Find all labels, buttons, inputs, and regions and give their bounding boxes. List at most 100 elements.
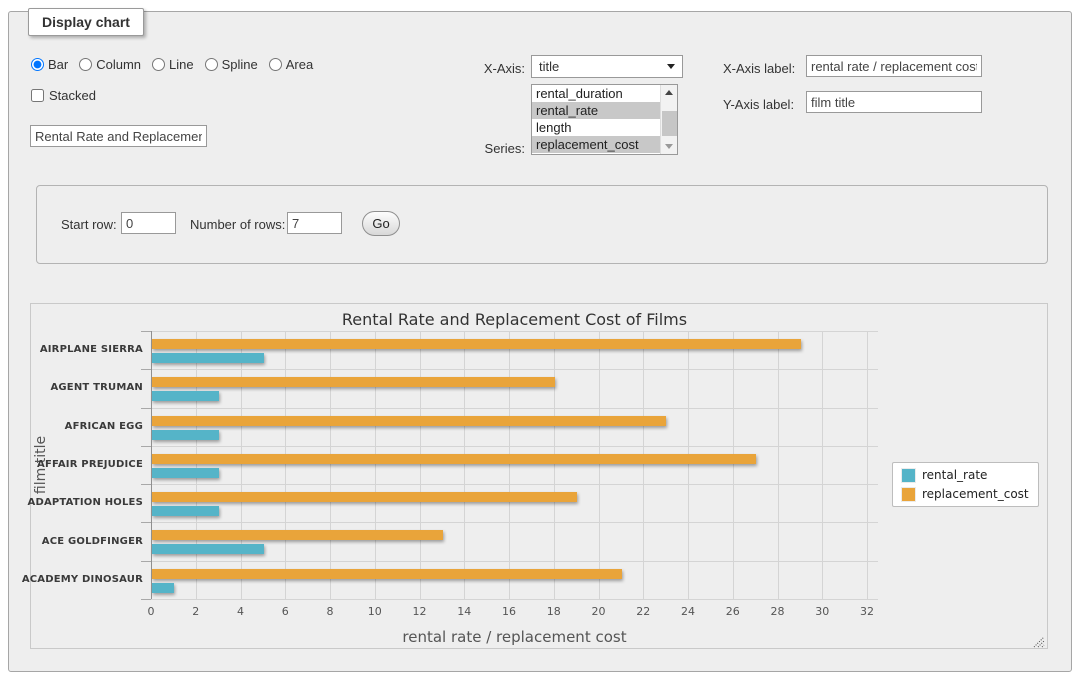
bar-replacement_cost bbox=[152, 492, 577, 502]
chart-type-radio-line[interactable] bbox=[152, 58, 165, 71]
x-gridline bbox=[643, 331, 644, 599]
x-tick-label: 12 bbox=[400, 605, 440, 618]
x-tick-label: 2 bbox=[176, 605, 216, 618]
y-axis-tick bbox=[141, 369, 151, 370]
num-rows-label: Number of rows: bbox=[190, 217, 285, 232]
series-option-rental_duration[interactable]: rental_duration bbox=[532, 85, 660, 102]
x-tick-label: 4 bbox=[221, 605, 261, 618]
chart-type-label: Spline bbox=[222, 57, 258, 72]
x-tick-label: 24 bbox=[668, 605, 708, 618]
chart-type-radio-spline[interactable] bbox=[205, 58, 218, 71]
x-gridline bbox=[599, 331, 600, 599]
chart-type-radio-bar[interactable] bbox=[31, 58, 44, 71]
row-range-panel: Start row: Number of rows: Go bbox=[36, 185, 1048, 264]
chart-type-radio-group: Bar Column Line Spline Area bbox=[31, 57, 313, 72]
x-tick-label: 30 bbox=[802, 605, 842, 618]
x-axis-label-caption: X-Axis label: bbox=[723, 61, 795, 76]
chart-container: Rental Rate and Replacement Cost of Film… bbox=[30, 303, 1048, 649]
series-option-rental_rate[interactable]: rental_rate bbox=[532, 102, 660, 119]
series-option-replacement_cost[interactable]: replacement_cost bbox=[532, 136, 660, 153]
chevron-down-icon bbox=[667, 64, 675, 69]
x-gridline bbox=[464, 331, 465, 599]
y-gridline bbox=[151, 522, 878, 523]
x-axis-selected-value: title bbox=[539, 59, 559, 74]
category-label: ACE GOLDFINGER bbox=[11, 536, 143, 547]
x-axis-select[interactable]: title bbox=[531, 55, 683, 78]
x-tick-label: 28 bbox=[758, 605, 798, 618]
x-gridline bbox=[285, 331, 286, 599]
x-tick-label: 16 bbox=[489, 605, 529, 618]
x-gridline bbox=[554, 331, 555, 599]
bar-replacement_cost bbox=[152, 454, 756, 464]
x-tick-label: 26 bbox=[713, 605, 753, 618]
chart-title-input[interactable] bbox=[30, 125, 207, 147]
arrow-up-icon bbox=[665, 90, 673, 95]
bar-rental_rate bbox=[152, 391, 219, 401]
bar-rental_rate bbox=[152, 583, 174, 593]
go-button[interactable]: Go bbox=[362, 211, 400, 236]
chart-type-label: Line bbox=[169, 57, 194, 72]
x-axis-label-input[interactable] bbox=[806, 55, 982, 77]
category-label: AFFAIR PREJUDICE bbox=[11, 459, 143, 470]
y-gridline bbox=[151, 331, 878, 332]
chart-type-radio-area[interactable] bbox=[269, 58, 282, 71]
chart-type-label: Column bbox=[96, 57, 141, 72]
num-rows-input[interactable] bbox=[287, 212, 342, 234]
y-axis-tick bbox=[141, 446, 151, 447]
y-axis-line bbox=[151, 331, 152, 599]
arrow-down-icon bbox=[665, 144, 673, 149]
legend-swatch bbox=[902, 469, 915, 482]
x-tick-label: 6 bbox=[265, 605, 305, 618]
bar-replacement_cost bbox=[152, 416, 666, 426]
scroll-down-button[interactable] bbox=[661, 139, 677, 154]
category-label: AIRPLANE SIERRA bbox=[11, 344, 143, 355]
series-list-label: Series: bbox=[440, 141, 525, 156]
y-axis-tick bbox=[141, 522, 151, 523]
chart-type-option-line[interactable]: Line bbox=[152, 57, 194, 72]
scrollbar-thumb[interactable] bbox=[662, 111, 677, 136]
bar-rental_rate bbox=[152, 468, 219, 478]
chart-type-option-bar[interactable]: Bar bbox=[31, 57, 68, 72]
x-tick-label: 10 bbox=[355, 605, 395, 618]
chart-type-radio-column[interactable] bbox=[79, 58, 92, 71]
category-label: ADAPTATION HOLES bbox=[11, 497, 143, 508]
category-label: AGENT TRUMAN bbox=[11, 382, 143, 393]
x-axis-select-label: X-Axis: bbox=[440, 61, 525, 76]
y-axis-tick bbox=[141, 331, 151, 332]
series-options: rental_durationrental_ratelengthreplacem… bbox=[532, 85, 660, 154]
resize-handle-icon[interactable] bbox=[1032, 633, 1045, 646]
scroll-up-button[interactable] bbox=[661, 85, 677, 100]
x-gridline bbox=[241, 331, 242, 599]
stacked-checkbox-row[interactable]: Stacked bbox=[31, 88, 96, 103]
chart-type-option-spline[interactable]: Spline bbox=[205, 57, 258, 72]
x-tick-label: 18 bbox=[534, 605, 574, 618]
start-row-input[interactable] bbox=[121, 212, 176, 234]
y-axis-tick bbox=[141, 561, 151, 562]
y-axis-label-input[interactable] bbox=[806, 91, 982, 113]
y-axis-tick bbox=[141, 484, 151, 485]
legend-label: replacement_cost bbox=[922, 487, 1029, 501]
bar-rental_rate bbox=[152, 353, 264, 363]
series-multiselect[interactable]: rental_durationrental_ratelengthreplacem… bbox=[531, 84, 678, 155]
chart-type-option-column[interactable]: Column bbox=[79, 57, 141, 72]
bar-replacement_cost bbox=[152, 530, 443, 540]
panel-title: Display chart bbox=[28, 8, 144, 36]
x-gridline bbox=[196, 331, 197, 599]
chart-type-label: Bar bbox=[48, 57, 68, 72]
series-scrollbar[interactable] bbox=[660, 85, 677, 154]
stacked-checkbox[interactable] bbox=[31, 89, 44, 102]
x-tick-label: 20 bbox=[579, 605, 619, 618]
legend-item-rental_rate[interactable]: rental_rate bbox=[902, 468, 1029, 482]
bar-rental_rate bbox=[152, 506, 219, 516]
chart-legend: rental_rate replacement_cost bbox=[892, 462, 1039, 507]
y-gridline bbox=[151, 446, 878, 447]
legend-item-replacement_cost[interactable]: replacement_cost bbox=[902, 487, 1029, 501]
x-gridline bbox=[420, 331, 421, 599]
y-gridline bbox=[151, 408, 878, 409]
start-row-label: Start row: bbox=[61, 217, 117, 232]
bar-replacement_cost bbox=[152, 339, 801, 349]
chart-type-option-area[interactable]: Area bbox=[269, 57, 313, 72]
bar-replacement_cost bbox=[152, 569, 622, 579]
series-option-length[interactable]: length bbox=[532, 119, 660, 136]
x-gridline bbox=[867, 331, 868, 599]
